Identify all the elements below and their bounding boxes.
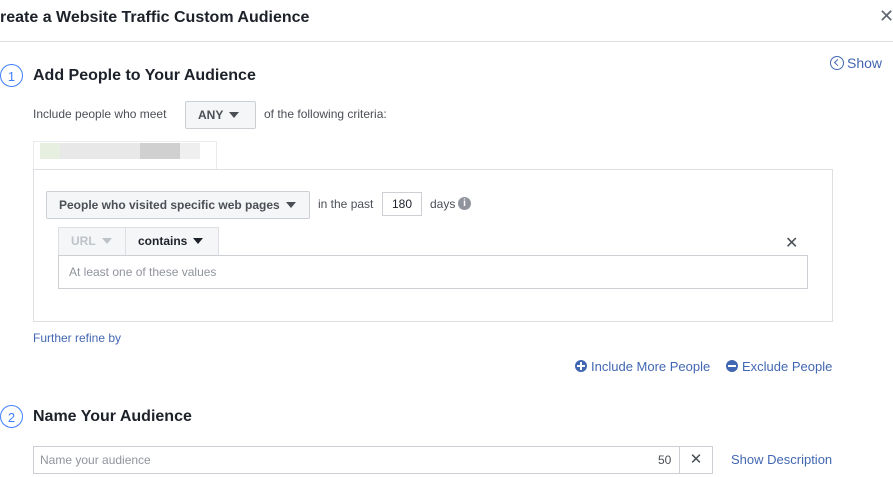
- character-count: 50: [658, 453, 672, 467]
- url-values-input[interactable]: [58, 255, 808, 289]
- remove-rule-icon[interactable]: ✕: [785, 233, 798, 253]
- in-the-past-text: in the past: [318, 197, 374, 211]
- retention-days-input[interactable]: [382, 192, 422, 216]
- clear-name-button[interactable]: ✕: [679, 446, 713, 474]
- match-type-dropdown[interactable]: ANY: [185, 101, 256, 129]
- minus-circle-icon: [726, 360, 738, 372]
- redacted-block: [60, 143, 140, 159]
- include-more-label: Include More People: [591, 359, 711, 374]
- caret-down-icon: [285, 202, 296, 208]
- step-2-indicator: 2: [0, 405, 23, 428]
- caret-down-icon: [101, 238, 112, 244]
- plus-circle-icon: [575, 360, 587, 372]
- further-refine-link[interactable]: Further refine by: [33, 331, 121, 345]
- redacted-block: [40, 143, 60, 159]
- url-dropdown[interactable]: URL: [58, 227, 126, 256]
- match-type-value: ANY: [198, 108, 224, 122]
- include-prefix-text: Include people who meet: [33, 107, 167, 121]
- step-1-indicator: 1: [0, 64, 23, 87]
- dialog-title: reate a Website Traffic Custom Audience: [0, 9, 310, 26]
- event-type-value: People who visited specific web pages: [59, 198, 280, 212]
- operator-dropdown[interactable]: contains: [125, 227, 219, 256]
- close-icon[interactable]: ✕: [879, 6, 893, 27]
- redacted-block: [140, 143, 180, 159]
- chevron-left-circle-icon: [830, 56, 844, 70]
- url-dropdown-value: URL: [71, 234, 96, 248]
- days-text: days: [430, 197, 456, 211]
- info-icon[interactable]: i: [458, 197, 471, 210]
- include-more-people-button[interactable]: Include More People: [575, 359, 710, 374]
- audience-name-input[interactable]: [33, 446, 680, 474]
- section-title-name-audience: Name Your Audience: [33, 408, 192, 425]
- exclude-label: Exclude People: [742, 359, 833, 374]
- caret-down-icon: [229, 112, 240, 118]
- show-description-link[interactable]: Show Description: [731, 452, 832, 467]
- exclude-people-button[interactable]: Exclude People: [726, 359, 832, 374]
- show-button[interactable]: Show: [830, 55, 882, 71]
- show-label: Show: [847, 55, 883, 71]
- redacted-block: [180, 143, 200, 159]
- operator-dropdown-value: contains: [138, 234, 188, 248]
- include-suffix-text: of the following criteria:: [264, 107, 387, 121]
- caret-down-icon: [193, 238, 204, 244]
- section-title-add-people: Add People to Your Audience: [33, 67, 256, 84]
- event-type-dropdown[interactable]: People who visited specific web pages: [46, 191, 310, 219]
